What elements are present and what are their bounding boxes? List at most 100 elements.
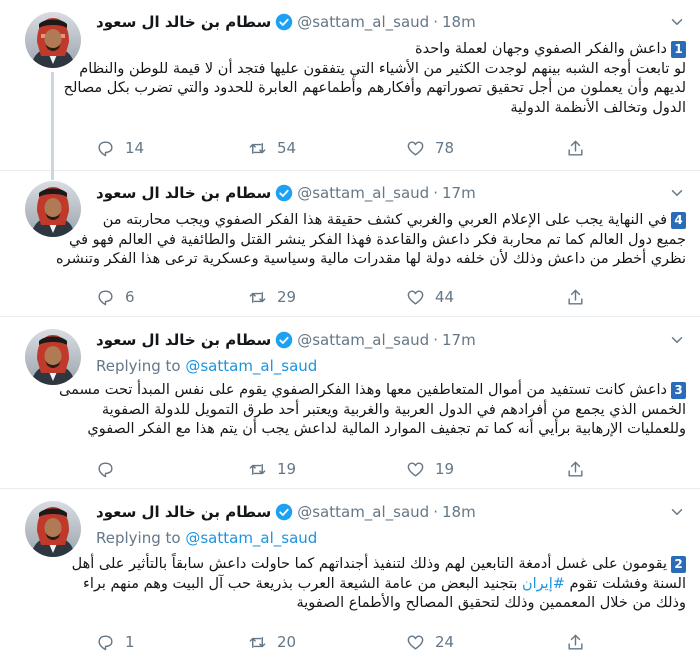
reply-icon (98, 634, 113, 650)
author-name[interactable]: سطام بن خالد ال سعود (96, 503, 271, 521)
separator-dot: · (433, 184, 438, 202)
author-handle[interactable]: @sattam_al_saud (297, 184, 429, 202)
number-badge: 2 (671, 555, 686, 573)
tweet-actions: 6 29 44 (96, 287, 596, 307)
reply-count: 14 (125, 139, 145, 157)
tweet-actions: 1 20 24 (96, 632, 596, 652)
retweet-icon (249, 291, 266, 303)
chevron-down-icon[interactable] (668, 184, 686, 202)
like-count: 19 (435, 460, 455, 478)
tweet-line: يقومون على غسل أدمغة التابعين لهم وذلك ل… (71, 556, 667, 572)
tweet[interactable]: سطام بن خالد ال سعود @sattam_al_saud · 1… (0, 317, 700, 489)
verified-badge-icon (275, 503, 293, 521)
author-name[interactable]: سطام بن خالد ال سعود (96, 13, 271, 31)
share-icon (568, 289, 583, 305)
replying-label: Replying to (96, 357, 181, 375)
separator-dot: · (433, 331, 438, 349)
retweet-count: 54 (277, 139, 297, 157)
reply-button[interactable]: 6 (96, 287, 135, 307)
tweet-line: وللعمليات الإرهابية برأيي أنه كما تم تجف… (87, 421, 686, 437)
avatar[interactable] (25, 12, 81, 68)
chevron-down-icon[interactable] (668, 13, 686, 31)
verified-badge-icon (275, 184, 293, 202)
tweet-line: الخمس الذي يجمع من أفرادهم في الدول العر… (101, 401, 686, 418)
like-button[interactable]: 44 (406, 287, 454, 307)
author-handle[interactable]: @sattam_al_saud (297, 331, 429, 349)
author-name[interactable]: سطام بن خالد ال سعود (96, 184, 271, 202)
reply-icon (98, 289, 113, 305)
tweet-text: 1داعش والفكر الصفوي وجهان لعملة واحدة لو… (63, 40, 686, 118)
reply-button[interactable]: 1 (96, 632, 135, 652)
tweet-line: في النهاية يجب على الإعلام العربي والغرب… (102, 212, 667, 228)
timestamp[interactable]: 17m (442, 184, 476, 202)
reply-button[interactable] (96, 459, 125, 479)
hashtag-link[interactable]: #إيران (522, 576, 565, 592)
like-count: 44 (435, 288, 455, 306)
heart-icon (407, 140, 424, 156)
timestamp[interactable]: 18m (442, 13, 476, 31)
tweet[interactable]: سطام بن خالد ال سعود @sattam_al_saud · 1… (0, 489, 700, 668)
author-handle[interactable]: @sattam_al_saud (297, 13, 429, 31)
retweet-button[interactable]: 29 (248, 287, 296, 307)
tweet-text: 3داعش كانت تستفيد من أموال المتعاطفين مع… (59, 381, 686, 440)
like-button[interactable]: 19 (406, 459, 454, 479)
share-button[interactable] (566, 459, 585, 479)
tweet-text: 2يقومون على غسل أدمغة التابعين لهم وذلك … (72, 555, 686, 614)
replying-to: Replying to @sattam_al_saud (96, 529, 317, 547)
reply-count: 1 (125, 633, 135, 651)
share-icon (568, 634, 583, 650)
author-name[interactable]: سطام بن خالد ال سعود (96, 331, 271, 349)
reply-count: 6 (125, 288, 135, 306)
tweet-header: سطام بن خالد ال سعود @sattam_al_saud · 1… (96, 501, 476, 523)
avatar[interactable] (25, 329, 81, 385)
number-badge: 1 (671, 40, 686, 58)
number-badge: 3 (671, 381, 686, 399)
verified-badge-icon (275, 13, 293, 31)
tweet[interactable]: سطام بن خالد ال سعود @sattam_al_saud · 1… (0, 171, 700, 317)
tweet-line: بتجنيد البعض من عامة الشيعة العرب بذريعة… (83, 575, 522, 592)
timestamp[interactable]: 18m (442, 503, 476, 521)
share-button[interactable] (566, 632, 585, 652)
mention-link[interactable]: @sattam_al_saud (185, 357, 317, 375)
number-badge: 4 (671, 211, 686, 229)
tweet-text: 4في النهاية يجب على الإعلام العربي والغر… (56, 211, 686, 270)
retweet-icon (249, 142, 266, 154)
tweet-line: وذلك من خلال المعممين وذلك لتحقيق المصال… (296, 595, 686, 611)
tweet-header: سطام بن خالد ال سعود @sattam_al_saud · 1… (96, 329, 476, 351)
retweet-button[interactable]: 20 (248, 632, 296, 652)
tweet-line: نظري أخطر من داعش وذلك لأن خلفه دولة لها… (56, 251, 686, 267)
separator-dot: · (433, 13, 438, 31)
replying-label: Replying to (96, 529, 181, 547)
timestamp[interactable]: 17m (442, 331, 476, 349)
share-button[interactable] (566, 287, 585, 307)
retweet-button[interactable]: 19 (248, 459, 296, 479)
tweet-line: لديهم وأن يعملون من أجل تحقيق تصوراتهم و… (63, 80, 686, 96)
chevron-down-icon[interactable] (668, 331, 686, 349)
tweet-feed: سطام بن خالد ال سعود @sattam_al_saud · 1… (0, 0, 700, 668)
share-icon (568, 461, 583, 477)
tweet-line: لو تابعت أوجه الشبه بينهم لوجدت الكثير م… (79, 60, 686, 77)
replying-to: Replying to @sattam_al_saud (96, 357, 317, 375)
mention-link[interactable]: @sattam_al_saud (185, 529, 317, 547)
avatar[interactable] (25, 501, 81, 557)
retweet-count: 29 (277, 288, 297, 306)
avatar[interactable] (25, 181, 81, 237)
like-button[interactable]: 78 (406, 138, 454, 158)
reply-button[interactable]: 14 (96, 138, 144, 158)
author-handle[interactable]: @sattam_al_saud (297, 503, 429, 521)
verified-badge-icon (275, 331, 293, 349)
share-button[interactable] (566, 138, 585, 158)
tweet-header: سطام بن خالد ال سعود @sattam_al_saud · 1… (96, 182, 476, 204)
tweet-line: جميع دول العالم كما تم محاربة فكر داعش و… (69, 231, 686, 248)
retweet-icon (249, 636, 266, 648)
separator-dot: · (433, 503, 438, 521)
tweet-line: السنة وفشلت تقوم (564, 575, 686, 592)
heart-icon (407, 461, 424, 477)
share-icon (568, 140, 583, 156)
tweet[interactable]: سطام بن خالد ال سعود @sattam_al_saud · 1… (0, 0, 700, 171)
thread-line (51, 72, 54, 171)
like-button[interactable]: 24 (406, 632, 454, 652)
retweet-button[interactable]: 54 (248, 138, 296, 158)
tweet-header: سطام بن خالد ال سعود @sattam_al_saud · 1… (96, 11, 476, 33)
chevron-down-icon[interactable] (668, 503, 686, 521)
